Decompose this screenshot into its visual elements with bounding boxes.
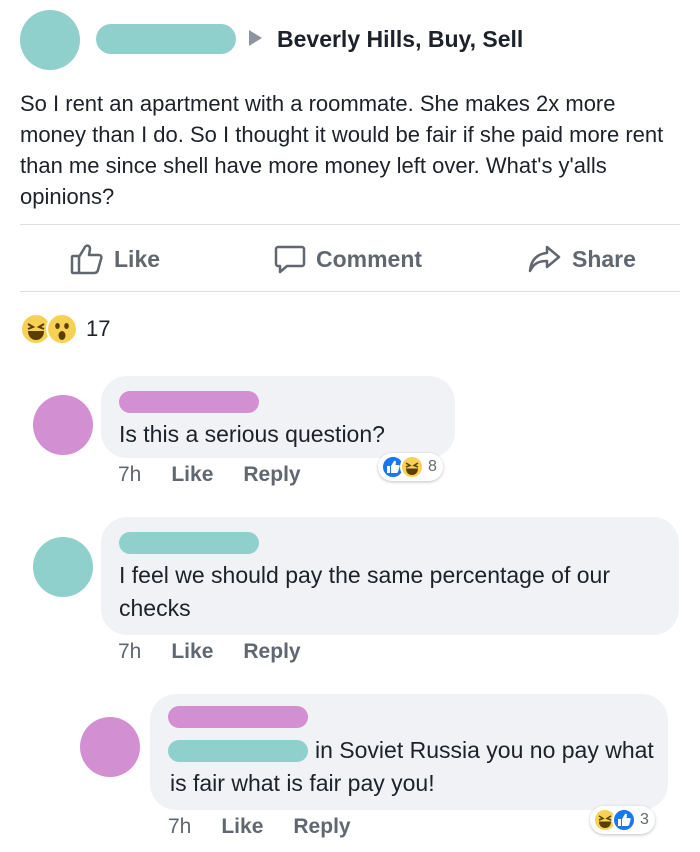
commenter-avatar[interactable]: [33, 537, 93, 597]
like-reaction-icon: [612, 808, 636, 832]
comment-actions: 7h Like Reply: [118, 463, 301, 487]
reply-reaction-count: 3: [640, 811, 649, 828]
poster-avatar[interactable]: [20, 10, 80, 70]
share-button-label: Share: [572, 245, 636, 272]
speech-bubble-icon: [274, 243, 306, 275]
like-button[interactable]: Like: [70, 243, 160, 275]
commenter-avatar[interactable]: [33, 395, 93, 455]
comment-button-label: Comment: [316, 245, 423, 272]
comment-bubble: Is this a serious question?: [101, 376, 455, 458]
comment-like-link[interactable]: Like: [171, 463, 213, 487]
reply-actions: 7h Like Reply: [168, 815, 351, 839]
reply-reply-link[interactable]: Reply: [293, 815, 350, 839]
share-button[interactable]: Share: [528, 243, 636, 275]
comment-actions: 7h Like Reply: [118, 640, 301, 664]
triangle-right-icon: [249, 30, 262, 46]
divider: [20, 224, 680, 225]
reply-text: in Soviet Russia you no pay what is fair…: [170, 737, 654, 796]
comment-button[interactable]: Comment: [274, 243, 422, 275]
comment-reactions-badge[interactable]: 8: [378, 453, 443, 481]
wow-emoji-icon: [46, 313, 78, 345]
comment-reply-link[interactable]: Reply: [243, 463, 300, 487]
reply-bubble: in Soviet Russia you no pay what is fair…: [150, 694, 668, 810]
comment-timestamp[interactable]: 7h: [118, 640, 141, 664]
commenter-name-redacted[interactable]: [119, 532, 259, 554]
comment-reaction-count: 8: [428, 458, 437, 475]
comment-like-link[interactable]: Like: [171, 640, 213, 664]
comment-bubble: I feel we should pay the same percentage…: [101, 517, 679, 635]
comment-timestamp[interactable]: 7h: [118, 463, 141, 487]
haha-reaction-icon: [400, 455, 424, 479]
reaction-count: 17: [86, 316, 111, 341]
reply-avatar[interactable]: [80, 717, 140, 777]
comment-text: Is this a serious question?: [119, 421, 385, 447]
reply-reactions-badge[interactable]: 3: [590, 806, 655, 834]
post-text: So I rent an apartment with a roommate. …: [20, 91, 664, 209]
divider: [20, 291, 680, 292]
commenter-name-redacted[interactable]: [119, 391, 259, 413]
comment-reply-link[interactable]: Reply: [243, 640, 300, 664]
poster-name-redacted[interactable]: [96, 24, 236, 54]
reply-author-name-redacted[interactable]: [168, 706, 308, 728]
comment-text: I feel we should pay the same percentage…: [119, 562, 610, 621]
reply-like-link[interactable]: Like: [221, 815, 263, 839]
reactions-summary[interactable]: 17: [20, 313, 110, 345]
like-button-label: Like: [114, 245, 161, 272]
thumbs-up-icon: [70, 243, 104, 275]
group-name-link[interactable]: Beverly Hills, Buy, Sell: [277, 26, 523, 53]
share-arrow-icon: [528, 243, 562, 275]
reply-timestamp[interactable]: 7h: [168, 815, 191, 839]
